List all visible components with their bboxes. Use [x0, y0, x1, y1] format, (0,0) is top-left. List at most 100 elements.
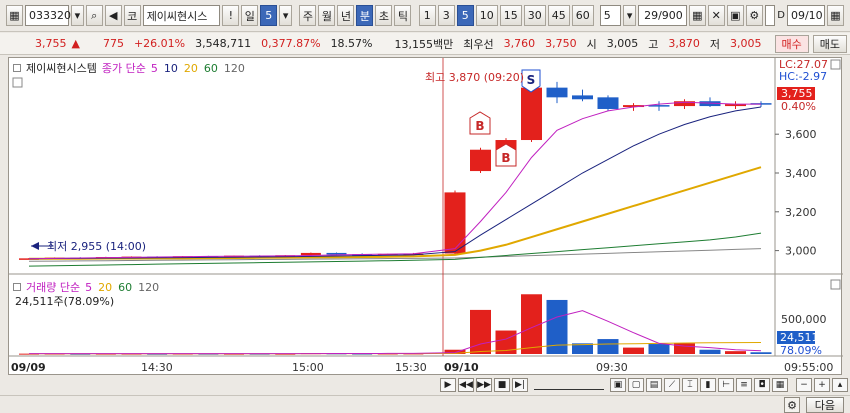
volume-bar[interactable]	[470, 309, 491, 354]
stop-icon[interactable]: ■	[494, 378, 510, 392]
time-axis-tick: 15:00	[292, 361, 324, 374]
alert-icon[interactable]: !	[222, 5, 240, 26]
high-price: 3,870	[668, 37, 700, 50]
candle-body[interactable]	[546, 87, 568, 98]
volume-bar[interactable]	[597, 339, 619, 354]
chart-canvas[interactable]: 3,600 3,400 3,200 3,000 B B S 최고 3,870 (09:…	[9, 58, 843, 376]
time-axis-date-break: 09/10	[444, 361, 479, 374]
current-pct-tag: 0.40%	[781, 100, 816, 113]
draw-tool-icon[interactable]: ✕	[707, 5, 725, 26]
candle-body[interactable]	[521, 87, 542, 141]
current-vol-pct-tag: 78.09%	[780, 344, 822, 357]
chart-toolbar: ▦ 033320 ▾ ⌕ ◀ 코 제이씨현시스 ! 일 5 ▾ 주 월 년 분 …	[0, 0, 850, 32]
open-price: 3,005	[606, 37, 639, 50]
period-min-button[interactable]: 분	[356, 5, 374, 26]
next-button[interactable]: 다음	[805, 397, 844, 413]
period-dropdown-icon[interactable]: ▾	[279, 5, 292, 26]
grid-icon[interactable]: ▦	[688, 5, 706, 26]
volume-ma-period-list: 5 20 60 120	[85, 281, 159, 294]
zoom-out-icon[interactable]: −	[796, 378, 812, 392]
buy-marker[interactable]: B	[469, 111, 491, 135]
stock-name-field[interactable]: 제이씨현시스	[142, 5, 221, 26]
candle-body[interactable]	[597, 97, 619, 109]
date-input[interactable]: 09/10	[786, 5, 825, 26]
interval-button[interactable]: 3	[437, 5, 455, 26]
period-day-count[interactable]: 5	[260, 5, 278, 26]
zoom-in-icon[interactable]: +	[814, 378, 830, 392]
stock-code-input[interactable]: 033320	[25, 5, 71, 26]
code-dropdown-icon[interactable]: ▾	[71, 5, 84, 26]
chart-area[interactable]: 3,600 3,400 3,200 3,000 B B S 최고 3,870 (09:…	[8, 57, 843, 376]
interval-button[interactable]: 30	[523, 5, 546, 26]
low-annotation: 최저 2,955 (14:00)	[47, 240, 146, 253]
volume-bar[interactable]	[648, 344, 670, 354]
interval-button[interactable]: 5	[456, 5, 474, 26]
save-icon[interactable]: ▣	[726, 5, 744, 26]
interval-value-input[interactable]: 5	[599, 5, 622, 26]
candle-body[interactable]	[572, 95, 593, 100]
period-tick-button[interactable]: 틱	[394, 5, 412, 26]
candle-body[interactable]	[470, 149, 491, 172]
interval-button[interactable]: 45	[547, 5, 570, 26]
scroll-end-icon[interactable]: ▶|	[512, 378, 528, 392]
scroll-prev-icon[interactable]: ◀◀	[458, 378, 474, 392]
period-week-button[interactable]: 주	[299, 5, 317, 26]
range-tool-icon[interactable]: ⌶	[682, 378, 698, 392]
ruler-icon[interactable]: ⊢	[718, 378, 734, 392]
camera-icon[interactable]: ◘	[754, 378, 770, 392]
search-icon[interactable]: ⌕	[85, 5, 103, 26]
layout-icon[interactable]: ▦	[6, 5, 23, 26]
y-tick-label: 3,200	[785, 206, 817, 219]
zoom-window-icon[interactable]: ▢	[628, 378, 644, 392]
zoom-fit-icon[interactable]: ▣	[610, 378, 626, 392]
interval-dropdown-icon[interactable]: ▾	[623, 5, 637, 26]
volume-bar[interactable]	[725, 351, 746, 354]
calc-icon[interactable]: ▦	[772, 378, 788, 392]
candle-body[interactable]	[326, 252, 347, 255]
volume-panel-close-icon[interactable]	[830, 279, 841, 290]
date-checkbox[interactable]	[764, 5, 776, 26]
period-year-button[interactable]: 년	[337, 5, 355, 26]
bar-tool-icon[interactable]: ▮	[700, 378, 716, 392]
candle-body[interactable]	[444, 192, 466, 254]
panel-grid-icon[interactable]	[12, 77, 23, 88]
period-sec-button[interactable]: 초	[375, 5, 393, 26]
hoga-label: 최우선	[463, 37, 494, 51]
stock-legend-label: 제이씨현시스템	[26, 62, 97, 75]
sound-icon[interactable]: ◀	[104, 5, 122, 26]
current-price-tag: 3,755	[781, 87, 813, 100]
volume-bar[interactable]	[699, 349, 721, 354]
split-icon[interactable]: ▤	[646, 378, 662, 392]
ma-legend-label: 종가 단순	[101, 62, 146, 75]
up-arrow-icon: ▲	[71, 37, 80, 50]
gear-icon[interactable]: ⚙	[784, 397, 800, 413]
ma-line-ma10	[28, 106, 762, 260]
volume-ma-period-item: 120	[138, 280, 160, 294]
buy-button[interactable]: 매수	[774, 34, 809, 53]
ask-price: 3,760	[503, 37, 536, 50]
page-count-field[interactable]: 29/900	[638, 5, 687, 26]
settings-icon[interactable]: ⚙	[745, 5, 763, 26]
scroll-track[interactable]	[534, 380, 604, 390]
volume-bar[interactable]	[750, 352, 772, 354]
ma-period-item: 120	[223, 61, 245, 75]
y-tick-label: 3,000	[785, 245, 817, 258]
price-panel-close-icon[interactable]	[830, 59, 841, 70]
current-price: 3,755	[35, 37, 67, 50]
period-month-button[interactable]: 월	[318, 5, 336, 26]
scroll-first-icon[interactable]: ▶	[440, 378, 456, 392]
sell-button[interactable]: 매도	[812, 34, 847, 53]
interval-button[interactable]: 1	[418, 5, 436, 26]
scroll-next-icon[interactable]: ▶▶	[476, 378, 492, 392]
interval-button[interactable]: 60	[571, 5, 594, 26]
period-day-button[interactable]: 일	[241, 5, 259, 26]
time-axis-tick: 14:30	[141, 361, 173, 374]
volume-bar[interactable]	[623, 347, 644, 354]
calendar-icon[interactable]: ▦	[826, 5, 844, 26]
trend-tool-icon[interactable]: ⟋	[664, 378, 680, 392]
fib-tool-icon[interactable]: ≡	[736, 378, 752, 392]
interval-button[interactable]: 10	[475, 5, 498, 26]
collapse-icon[interactable]: ▴	[832, 378, 848, 392]
market-button[interactable]: 코	[123, 5, 141, 26]
interval-button[interactable]: 15	[499, 5, 522, 26]
